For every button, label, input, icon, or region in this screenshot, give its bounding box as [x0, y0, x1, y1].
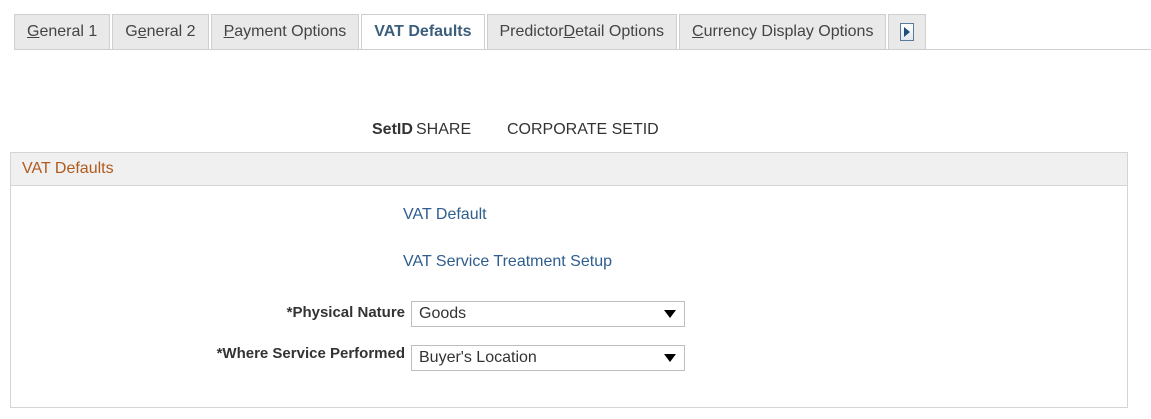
group-title: VAT Defaults [11, 153, 1127, 186]
tab-general-2[interactable]: Ge neral 2 [112, 14, 209, 50]
tab-label: eneral 1 [39, 23, 98, 40]
vat-defaults-group: VAT Defaults VAT Default VAT Service Tre… [10, 152, 1128, 408]
dropdown-arrow-icon [664, 310, 676, 318]
setid-value: SHARE [416, 121, 472, 138]
physical-nature-value: Goods [419, 305, 467, 322]
physical-nature-label: *Physical Nature [286, 304, 405, 321]
tab-label: G [125, 23, 138, 40]
tab-scroll-right-button[interactable] [888, 14, 927, 50]
tab-label: urrency Display Options [703, 23, 874, 40]
tab-predictor-detail-options[interactable]: Predictor Detail Options [486, 14, 678, 50]
vat-service-treatment-setup-link[interactable]: VAT Service Treatment Setup [403, 253, 612, 271]
tab-divider [14, 49, 1151, 50]
tab-label: etail Options [575, 23, 665, 40]
tab-label: ayment Options [234, 23, 347, 40]
setid-row: SetID SHARE CORPORATE SETID [0, 121, 1151, 143]
tab-label: Predictor [499, 23, 564, 40]
tab-label: VAT Defaults [374, 23, 472, 40]
where-service-performed-select[interactable]: Buyer's Location [411, 345, 685, 371]
tab-accesskey: P [223, 23, 235, 40]
where-service-performed-value: Buyer's Location [419, 349, 537, 366]
setid-description: CORPORATE SETID [507, 121, 659, 138]
dropdown-arrow-icon [664, 354, 676, 362]
tab-bar: General 1 Ge neral 2 Payment Options VAT … [14, 14, 927, 50]
scroll-right-icon [900, 23, 915, 41]
setid-label: SetID [372, 121, 413, 138]
vat-default-link[interactable]: VAT Default [403, 206, 487, 224]
tab-accesskey: G [27, 23, 40, 40]
tab-accesskey: C [692, 23, 704, 40]
tab-accesskey: D [563, 23, 576, 40]
where-service-performed-label: *Where Service Performed [216, 345, 405, 362]
physical-nature-select[interactable]: Goods [411, 301, 685, 327]
tab-payment-options[interactable]: Payment Options [210, 14, 360, 50]
tab-general-1[interactable]: General 1 [14, 14, 111, 50]
tab-currency-display-options[interactable]: Currency Display Options [679, 14, 887, 50]
tab-accesskey: e [137, 23, 147, 40]
tab-label: neral 2 [146, 23, 196, 40]
tab-vat-defaults[interactable]: VAT Defaults [361, 14, 485, 50]
